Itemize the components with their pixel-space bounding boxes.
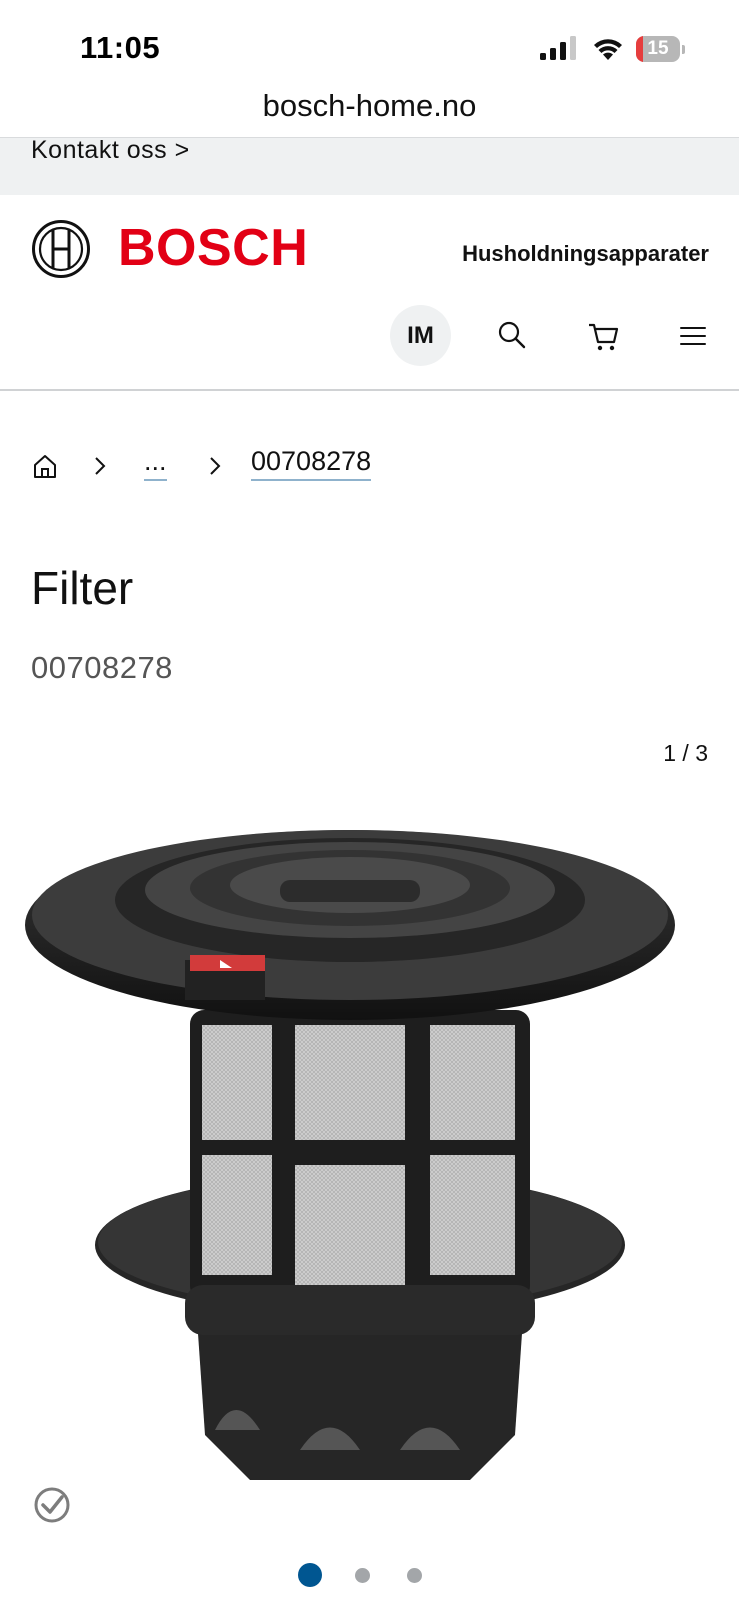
breadcrumb: ... 00708278 [31,440,711,490]
verified-checkmark-icon[interactable] [33,1486,71,1524]
search-icon[interactable] [494,317,532,355]
chevron-right-icon [210,457,221,475]
product-code: 00708278 [31,650,173,685]
menu-icon[interactable] [674,317,712,355]
cart-icon[interactable] [585,317,623,355]
gallery-dot[interactable] [298,1563,322,1587]
site-header: BOSCH Husholdningsapparater IM [0,195,739,391]
gallery-pagination [0,1562,739,1588]
cellular-signal-icon [540,36,576,60]
header-category[interactable]: Husholdningsapparater [462,241,709,267]
product-image[interactable] [20,790,720,1525]
battery-level: 15 [647,38,669,59]
battery-cap [682,45,685,54]
battery-indicator: 15 [636,36,686,62]
breadcrumb-current[interactable]: 00708278 [251,444,372,481]
bosch-logo-icon[interactable] [31,219,91,279]
wifi-icon [594,39,622,60]
user-avatar-button[interactable]: IM [390,305,451,366]
gallery-counter: 1 / 3 [663,740,708,766]
product-title: Filter [31,562,134,614]
gallery-dot[interactable] [354,1567,370,1583]
chevron-right-icon [95,457,106,475]
address-bar[interactable]: bosch-home.no [0,84,739,136]
gallery-dot[interactable] [406,1567,422,1583]
brand-wordmark[interactable]: BOSCH [118,220,308,276]
contact-strip: Kontakt oss > [0,137,739,195]
status-time: 11:05 [80,30,161,65]
status-bar: 11:05 15 [0,0,739,90]
home-icon[interactable] [31,452,59,480]
battery-body: 15 [636,36,680,62]
breadcrumb-collapsed[interactable]: ... [144,444,167,481]
contact-link[interactable]: Kontakt oss > [31,138,190,163]
